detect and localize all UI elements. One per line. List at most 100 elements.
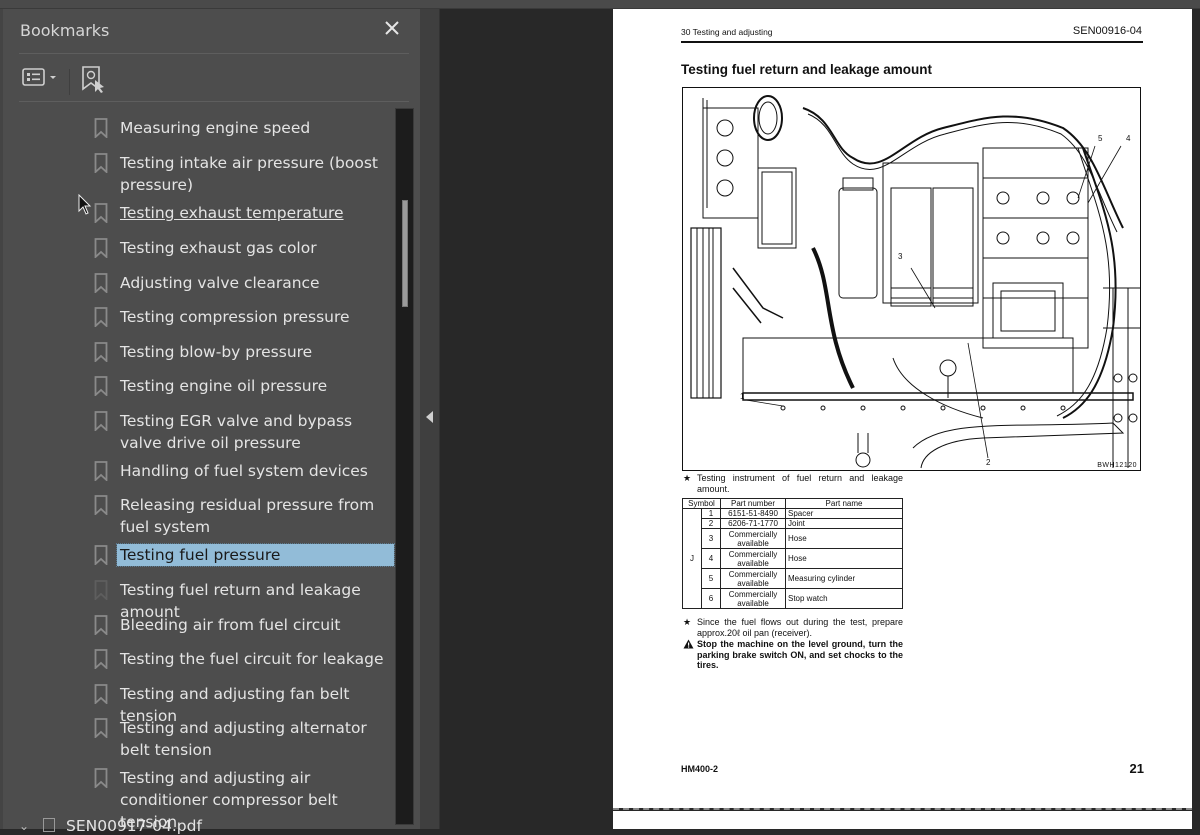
engine-line-drawing bbox=[690, 95, 1140, 469]
panel-title: Bookmarks bbox=[20, 21, 110, 40]
bookmark-icon bbox=[94, 649, 108, 671]
options-list-icon bbox=[22, 68, 56, 86]
chevron-down-icon[interactable]: ⌄ bbox=[19, 819, 29, 833]
page-footer-model: HM400-2 bbox=[681, 764, 719, 774]
warning-icon bbox=[683, 639, 694, 652]
bookmark-icon bbox=[94, 273, 108, 295]
part-number-cell: Commercially available bbox=[720, 548, 786, 569]
safety-warning: Stop the machine on the level ground, tu… bbox=[683, 639, 903, 671]
fuel-note: ★ Since the fuel flows out during the te… bbox=[683, 617, 903, 638]
bookmark-label: Testing exhaust temperature bbox=[120, 204, 344, 222]
page-title: Testing fuel return and leakage amount bbox=[681, 62, 933, 77]
bookmarks-panel: Bookmarks Measuring engine speed Testing … bbox=[0, 9, 420, 835]
page-header-doc-id: SEN00916-04 bbox=[1072, 25, 1142, 37]
bookmark-label: Testing intake air pressure (boost press… bbox=[120, 154, 378, 194]
table-row: 5 Commercially available Measuring cylinde… bbox=[683, 568, 903, 589]
page-break-separator bbox=[613, 808, 1192, 810]
figure-code: BWH12120 bbox=[1097, 462, 1137, 469]
part-number-cell: Commercially available bbox=[720, 568, 786, 589]
part-number-cell: 6151-51-8490 bbox=[720, 508, 786, 519]
next-page-top bbox=[613, 811, 1192, 829]
column-header-symbol: Symbol bbox=[682, 498, 721, 509]
bookmark-label: Testing EGR valve and bypass valve drive… bbox=[120, 412, 353, 452]
document-node-label: SEN00917-04.pdf bbox=[66, 817, 202, 835]
part-number-cell: Commercially available bbox=[720, 588, 786, 609]
item-number-cell: 2 bbox=[701, 518, 721, 529]
viewer-right-edge bbox=[1192, 9, 1200, 829]
bookmark-icon bbox=[94, 238, 108, 260]
header-rule bbox=[681, 41, 1143, 43]
item-number-cell: 3 bbox=[701, 528, 721, 549]
window-top-bar bbox=[0, 0, 1200, 9]
bookmark-label: Testing exhaust gas color bbox=[120, 239, 317, 257]
chevron-down-icon bbox=[50, 76, 56, 79]
instrument-note: ★ Testing instrument of fuel return and … bbox=[683, 473, 903, 494]
find-current-bookmark-icon bbox=[82, 66, 104, 93]
callout-3: 3 bbox=[898, 252, 903, 261]
bookmark-icon bbox=[94, 118, 108, 140]
part-name-cell: Hose bbox=[785, 548, 903, 569]
bookmark-label: Handling of fuel system devices bbox=[120, 462, 368, 480]
part-name-cell: Joint bbox=[785, 518, 903, 529]
bookmark-icon bbox=[94, 153, 108, 175]
item-number-cell: 5 bbox=[701, 568, 721, 589]
bookmark-icon bbox=[94, 411, 108, 433]
part-number-cell: 6206-71-1770 bbox=[720, 518, 786, 529]
callout-4: 4 bbox=[1126, 134, 1131, 143]
find-current-bookmark-button[interactable] bbox=[81, 65, 107, 93]
bookmark-icon bbox=[94, 684, 108, 706]
callout-1: 1 bbox=[740, 392, 745, 401]
bookmark-icon bbox=[94, 768, 108, 790]
bookmark-icon bbox=[94, 545, 108, 567]
bookmark-icon bbox=[94, 718, 108, 740]
bookmark-tree: Measuring engine speed Testing intake air… bbox=[3, 108, 395, 829]
bookmark-document-node[interactable]: ⌄ SEN00917-04.pdf bbox=[3, 815, 395, 835]
bookmark-icon bbox=[94, 342, 108, 364]
callout-5: 5 bbox=[1098, 134, 1103, 143]
symbol-cell: J bbox=[682, 508, 702, 609]
close-panel-button[interactable] bbox=[381, 17, 403, 39]
close-icon bbox=[385, 21, 399, 35]
table-row: 3 Commercially available Hose bbox=[683, 528, 903, 549]
bookmark-label: Testing engine oil pressure bbox=[120, 377, 328, 395]
panel-splitter[interactable] bbox=[420, 9, 440, 829]
column-header-part-name: Part name bbox=[785, 498, 903, 509]
bookmark-icon bbox=[94, 203, 108, 225]
item-number-cell: 6 bbox=[701, 588, 721, 609]
part-name-cell: Spacer bbox=[785, 508, 903, 519]
bookmark-icon bbox=[94, 615, 108, 637]
divider bbox=[19, 53, 409, 54]
bookmark-icon bbox=[94, 376, 108, 398]
bookmarks-scrollbar[interactable] bbox=[395, 108, 414, 825]
page-number: 21 bbox=[1129, 761, 1144, 776]
column-header-part-number: Part number bbox=[720, 498, 786, 509]
item-number-cell: 4 bbox=[701, 548, 721, 569]
options-menu-button[interactable] bbox=[22, 65, 62, 91]
bookmark-label: Testing compression pressure bbox=[120, 308, 350, 326]
bookmark-label: Measuring engine speed bbox=[120, 119, 311, 137]
part-name-cell: Measuring cylinder bbox=[785, 568, 903, 589]
bookmark-label: Adjusting valve clearance bbox=[120, 274, 320, 292]
document-bookmark-icon bbox=[43, 818, 55, 832]
table-row: J 1 6151-51-8490 Spacer bbox=[682, 508, 903, 609]
part-number-cell: Commercially available bbox=[720, 528, 786, 549]
toolbar-separator bbox=[69, 69, 70, 95]
divider bbox=[19, 101, 409, 102]
page-header-section: 30 Testing and adjusting bbox=[681, 27, 773, 37]
bookmark-label: Testing blow-by pressure bbox=[120, 343, 313, 361]
item-number-cell: 1 bbox=[701, 508, 721, 519]
collapse-panel-arrow-icon[interactable] bbox=[426, 411, 433, 423]
bookmark-label: Testing the fuel circuit for leakage bbox=[120, 650, 384, 668]
parts-table: Symbol Part number Part name J 1 6151-51-8… bbox=[682, 498, 903, 609]
document-page: 30 Testing and adjusting SEN00916-04 Tes… bbox=[613, 9, 1192, 808]
scrollbar-thumb[interactable] bbox=[402, 200, 408, 307]
table-row: 2 6206-71-1770 Joint bbox=[683, 518, 903, 529]
engine-diagram: 1 2 3 4 5 BWH12120 bbox=[682, 87, 1141, 471]
bookmark-label: Releasing residual pressure from fuel sy… bbox=[120, 496, 375, 536]
mouse-cursor-icon bbox=[78, 194, 92, 215]
star-icon: ★ bbox=[683, 617, 692, 627]
bookmark-label: Testing fuel pressure bbox=[116, 543, 395, 567]
star-icon: ★ bbox=[683, 473, 692, 483]
bookmark-icon bbox=[94, 495, 108, 517]
bookmark-icon bbox=[94, 580, 108, 602]
